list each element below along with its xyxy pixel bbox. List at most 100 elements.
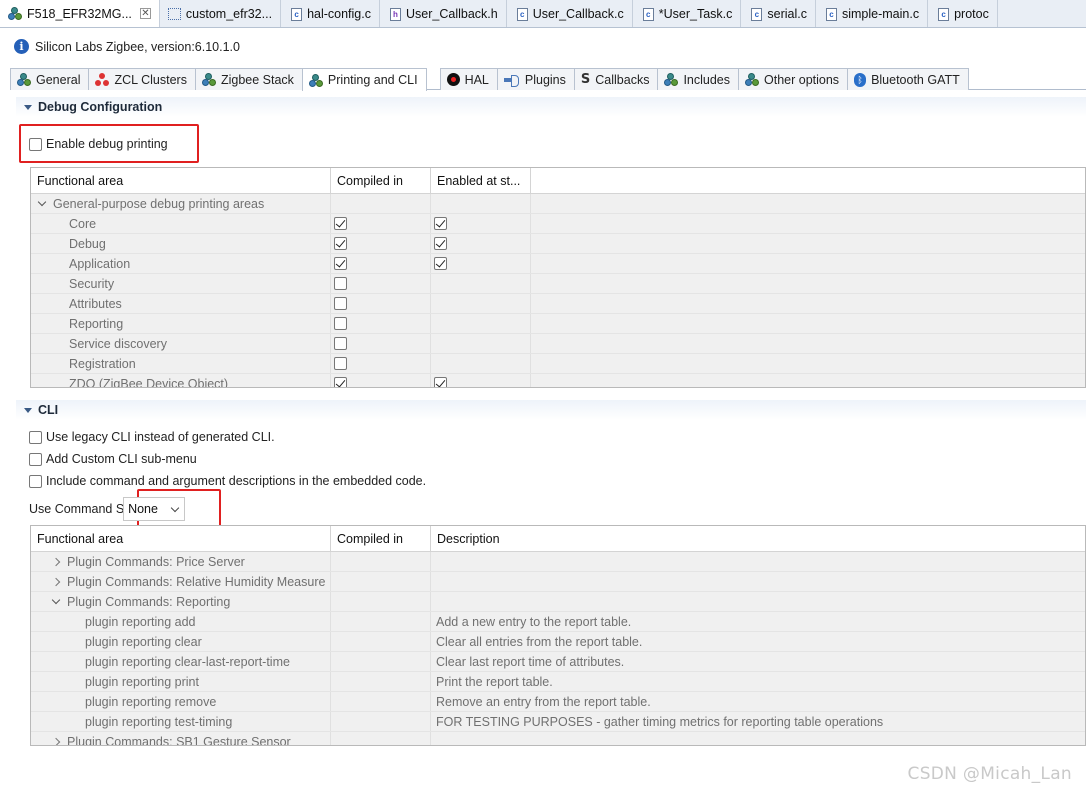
enabled-at-startup-checkbox[interactable] bbox=[434, 377, 447, 387]
row-description: Clear all entries from the report table. bbox=[436, 634, 643, 649]
close-icon[interactable]: ✕ bbox=[139, 8, 151, 19]
tab-general[interactable]: General bbox=[10, 68, 90, 90]
gear-icon bbox=[201, 73, 216, 86]
column-header[interactable]: Enabled at st... bbox=[431, 168, 531, 193]
compiled-in-checkbox[interactable] bbox=[334, 217, 347, 230]
chevron-down-icon[interactable] bbox=[51, 595, 61, 605]
gear-icon bbox=[745, 73, 760, 86]
cli-option[interactable]: Include command and argument description… bbox=[29, 474, 426, 488]
table-row[interactable]: Debug bbox=[31, 234, 1085, 254]
table-row[interactable]: plugin reporting add Add a new entry to t… bbox=[31, 612, 1085, 632]
editor-tab-label: User_Callback.h bbox=[406, 7, 498, 21]
compiled-in-checkbox[interactable] bbox=[334, 237, 347, 250]
compiled-in-checkbox[interactable] bbox=[334, 377, 347, 387]
row-label: Plugin Commands: SB1 Gesture Sensor bbox=[67, 734, 291, 746]
table-row[interactable]: Registration bbox=[31, 354, 1085, 374]
table-row-group[interactable]: Plugin Commands: SB1 Gesture Sensor bbox=[31, 732, 1085, 746]
table-row[interactable]: plugin reporting print Print the report t… bbox=[31, 672, 1085, 692]
tab-other-options[interactable]: Other options bbox=[738, 68, 849, 90]
chevron-down-icon[interactable] bbox=[37, 197, 47, 207]
page-header: i Silicon Labs Zigbee, version:6.10.1.0 bbox=[14, 39, 240, 54]
table-row[interactable]: Application bbox=[31, 254, 1085, 274]
tab-callbacks[interactable]: S Callbacks bbox=[573, 68, 659, 90]
tab-printing-and-cli[interactable]: Printing and CLI bbox=[301, 68, 427, 91]
compiled-in-checkbox[interactable] bbox=[334, 277, 347, 290]
enable-debug-printing-checkbox[interactable] bbox=[29, 137, 42, 151]
compiled-in-checkbox[interactable] bbox=[334, 337, 347, 350]
c-file-icon: c bbox=[751, 7, 763, 21]
editor-tab-label: simple-main.c bbox=[841, 7, 920, 21]
debug-areas-table: Functional area Compiled in Enabled at s… bbox=[30, 167, 1086, 388]
compiled-in-checkbox[interactable] bbox=[334, 257, 347, 270]
column-header[interactable]: Description bbox=[431, 526, 1085, 551]
table-row[interactable]: plugin reporting clear Clear all entries … bbox=[31, 632, 1085, 652]
table-row[interactable]: Service discovery bbox=[31, 334, 1085, 354]
cli-section-header[interactable]: CLI bbox=[16, 400, 1086, 420]
gear-icon bbox=[664, 73, 679, 86]
row-label: plugin reporting print bbox=[85, 674, 199, 689]
tab-zigbee-stack[interactable]: Zigbee Stack bbox=[194, 68, 303, 90]
chevron-right-icon[interactable] bbox=[51, 577, 61, 586]
editor-tab-user-callback-c[interactable]: c User_Callback.c bbox=[507, 0, 633, 27]
chevron-right-icon[interactable] bbox=[51, 557, 61, 566]
table-row[interactable]: Attributes bbox=[31, 294, 1085, 314]
compiled-in-checkbox[interactable] bbox=[334, 297, 347, 310]
row-label: ZDO (ZigBee Device Object) bbox=[69, 376, 229, 388]
chevron-right-icon[interactable] bbox=[51, 737, 61, 745]
collapse-icon bbox=[24, 104, 32, 110]
table-row-group[interactable]: Plugin Commands: Relative Humidity Measu… bbox=[31, 572, 1085, 592]
editor-tab-custom-efr32[interactable]: custom_efr32... bbox=[160, 0, 282, 27]
tab-label: HAL bbox=[464, 72, 489, 87]
column-header[interactable]: Compiled in bbox=[331, 168, 431, 193]
editor-tab-simple-main[interactable]: c simple-main.c bbox=[816, 0, 929, 27]
column-header[interactable]: Functional area bbox=[31, 526, 331, 551]
hal-icon bbox=[446, 73, 460, 86]
table-row[interactable]: Core bbox=[31, 214, 1085, 234]
command-set-select[interactable]: None bbox=[123, 497, 186, 521]
cli-option-label: Use legacy CLI instead of generated CLI. bbox=[46, 430, 275, 444]
custom-cli-submenu-checkbox[interactable] bbox=[29, 452, 42, 466]
enabled-at-startup-checkbox[interactable] bbox=[434, 237, 447, 250]
board-icon bbox=[167, 8, 181, 20]
table-header: Functional area Compiled in Description bbox=[31, 526, 1085, 552]
column-header[interactable]: Compiled in bbox=[331, 526, 431, 551]
table-row[interactable]: ZDO (ZigBee Device Object) bbox=[31, 374, 1085, 388]
debug-section-title: Debug Configuration bbox=[38, 100, 163, 114]
editor-tab-protoc[interactable]: c protoc bbox=[928, 0, 998, 27]
debug-section-header[interactable]: Debug Configuration bbox=[16, 97, 1086, 117]
editor-tab-user-callback-h[interactable]: h User_Callback.h bbox=[380, 0, 507, 27]
row-label: Debug bbox=[69, 236, 106, 251]
enabled-at-startup-checkbox[interactable] bbox=[434, 217, 447, 230]
tab-includes[interactable]: Includes bbox=[657, 68, 740, 90]
cli-option[interactable]: Add Custom CLI sub-menu bbox=[29, 452, 197, 466]
tab-zcl-clusters[interactable]: ZCL Clusters bbox=[88, 68, 196, 90]
table-row[interactable]: Security bbox=[31, 274, 1085, 294]
tab-label: Callbacks bbox=[595, 72, 650, 87]
editor-tab-label: User_Callback.c bbox=[532, 7, 624, 21]
table-row[interactable]: plugin reporting test-timing FOR TESTING … bbox=[31, 712, 1085, 732]
legacy-cli-checkbox[interactable] bbox=[29, 430, 42, 444]
editor-tab-user-task[interactable]: c *User_Task.c bbox=[633, 0, 742, 27]
enabled-at-startup-checkbox[interactable] bbox=[434, 257, 447, 270]
c-file-icon: c bbox=[642, 7, 654, 21]
cli-option[interactable]: Use legacy CLI instead of generated CLI. bbox=[29, 430, 275, 444]
tab-hal[interactable]: HAL bbox=[439, 68, 498, 90]
editor-tab-serial[interactable]: c serial.c bbox=[741, 0, 816, 27]
include-descriptions-checkbox[interactable] bbox=[29, 474, 42, 488]
tab-plugins[interactable]: Plugins bbox=[496, 68, 575, 90]
compiled-in-checkbox[interactable] bbox=[334, 317, 347, 330]
table-row-group[interactable]: Plugin Commands: Price Server bbox=[31, 552, 1085, 572]
compiled-in-checkbox[interactable] bbox=[334, 357, 347, 370]
editor-tab-hal-config[interactable]: c hal-config.c bbox=[281, 0, 380, 27]
table-row[interactable]: Reporting bbox=[31, 314, 1085, 334]
table-row-group[interactable]: Plugin Commands: Reporting bbox=[31, 592, 1085, 612]
config-tab-bar: General ZCL Clusters Zigbee Stack Printi… bbox=[10, 68, 1086, 91]
editor-tab-f518[interactable]: F518_EFR32MG... ✕ bbox=[0, 0, 160, 27]
table-row[interactable]: plugin reporting clear-last-report-time C… bbox=[31, 652, 1085, 672]
tab-bluetooth-gatt[interactable]: ᛒ Bluetooth GATT bbox=[847, 68, 969, 90]
table-row[interactable]: plugin reporting remove Remove an entry f… bbox=[31, 692, 1085, 712]
table-row-group[interactable]: General-purpose debug printing areas bbox=[31, 194, 1085, 214]
gear-icon bbox=[17, 73, 31, 86]
enable-debug-printing-option[interactable]: Enable debug printing bbox=[29, 137, 168, 151]
column-header[interactable]: Functional area bbox=[31, 168, 331, 193]
